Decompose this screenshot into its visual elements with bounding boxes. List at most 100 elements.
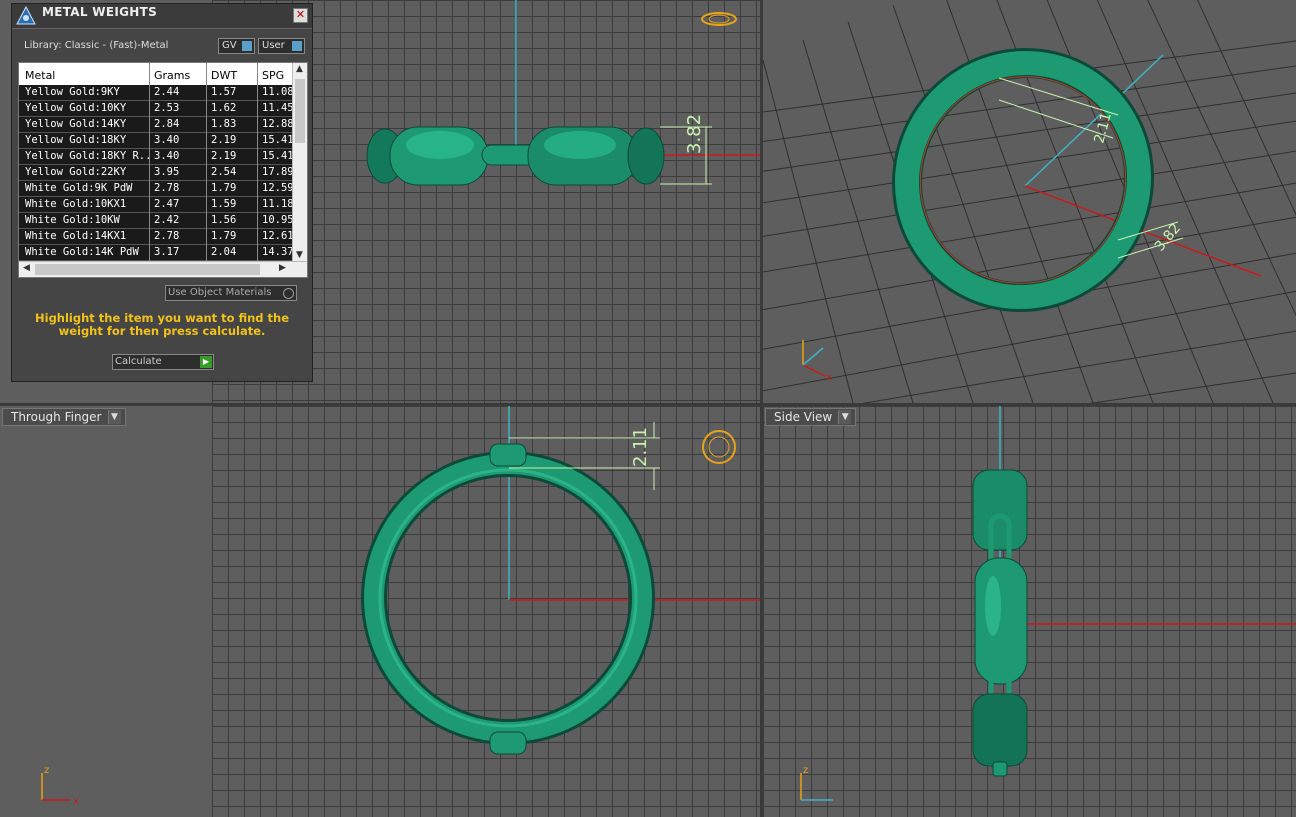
table-row[interactable]: Yellow Gold:18KY R... 3.40 2.19 15.41 (19, 149, 294, 165)
chevron-down-icon[interactable]: ▼ (107, 410, 121, 424)
app-logo-icon (16, 5, 36, 25)
cell-grams: 2.84 (154, 118, 180, 130)
cell-spg: 10.95 (262, 214, 294, 226)
scroll-right-icon[interactable]: ▶ (279, 263, 286, 273)
axis-z-label: z (803, 765, 808, 776)
user-toggle[interactable]: User (258, 38, 305, 54)
panel-title: METAL WEIGHTS (42, 5, 158, 19)
ring-through-finger-view: 2.11 z x (41, 406, 760, 807)
library-label: Library: Classic - (Fast)-Metal (24, 40, 169, 51)
scroll-up-icon[interactable]: ▲ (296, 64, 303, 74)
table-row[interactable]: Yellow Gold:14KY 2.84 1.83 12.88 (19, 117, 294, 133)
table-row[interactable]: White Gold:14K PdW 3.17 2.04 14.37 (19, 245, 294, 261)
cell-spg: 11.18 (262, 198, 294, 210)
cell-dwt: 1.79 (211, 182, 237, 194)
cell-metal: White Gold:10KX1 (25, 198, 127, 210)
viewport-side-view[interactable]: z Side View ▼ (763, 406, 1296, 817)
column-divider (206, 63, 207, 261)
chevron-down-icon[interactable]: ▼ (838, 410, 852, 424)
cell-metal: White Gold:10KW (25, 214, 120, 226)
cell-dwt: 1.79 (211, 230, 237, 242)
cell-metal: Yellow Gold:9KY (25, 86, 120, 98)
col-header-spg[interactable]: SPG (262, 69, 294, 82)
cell-dwt: 1.59 (211, 198, 237, 210)
perspective-grid: 2.11 3.82 x (763, 0, 1296, 403)
cell-metal: Yellow Gold:10KY (25, 102, 127, 114)
cell-dwt: 1.62 (211, 102, 237, 114)
toggle-icon (242, 41, 252, 51)
cell-metal: White Gold:14K PdW (25, 246, 139, 258)
cell-metal: Yellow Gold:14KY (25, 118, 127, 130)
viewport-label-side-view[interactable]: Side View ▼ (765, 408, 857, 426)
col-header-metal[interactable]: Metal (25, 69, 149, 82)
calculate-button[interactable]: Calculate ▶ (112, 354, 214, 370)
cell-grams: 2.78 (154, 230, 180, 242)
cell-dwt: 1.57 (211, 86, 237, 98)
scroll-left-icon[interactable]: ◀ (23, 263, 30, 273)
panel-titlebar[interactable]: METAL WEIGHTS ✕ (12, 4, 312, 29)
toggle-icon (292, 41, 302, 51)
viewport-perspective[interactable]: 2.11 3.82 x (763, 0, 1296, 403)
col-header-grams[interactable]: Grams (154, 69, 204, 82)
gv-label: GV (222, 40, 237, 51)
use-object-materials-label: Use Object Materials (168, 287, 272, 298)
cell-metal: White Gold:9K PdW (25, 182, 133, 194)
cell-dwt: 2.19 (211, 150, 237, 162)
user-label: User (262, 40, 285, 51)
cell-dwt: 2.54 (211, 166, 237, 178)
viewport-name: Through Finger (11, 410, 102, 424)
dimension-label: 2.11 (630, 427, 651, 467)
radio-icon[interactable] (283, 288, 294, 299)
cell-grams: 2.47 (154, 198, 180, 210)
cell-grams: 3.95 (154, 166, 180, 178)
table-row[interactable]: Yellow Gold:10KY 2.53 1.62 11.45 (19, 101, 294, 117)
viewport-label-through-finger[interactable]: Through Finger ▼ (2, 408, 126, 426)
table-row[interactable]: White Gold:10KX1 2.47 1.59 11.18 (19, 197, 294, 213)
table-row[interactable]: Yellow Gold:18KY 3.40 2.19 15.41 (19, 133, 294, 149)
cell-grams: 2.78 (154, 182, 180, 194)
table-row[interactable]: White Gold:9K PdW 2.78 1.79 12.59 (19, 181, 294, 197)
column-divider (257, 63, 258, 261)
cell-grams: 2.44 (154, 86, 180, 98)
cell-spg: 12.61 (262, 230, 294, 242)
metal-weights-panel: METAL WEIGHTS ✕ Library: Classic - (Fast… (11, 3, 313, 382)
table-row[interactable]: Yellow Gold:9KY 2.44 1.57 11.08 (19, 85, 294, 101)
table-row[interactable]: Yellow Gold:22KY 3.95 2.54 17.89 (19, 165, 294, 181)
axis-x-label: x (73, 796, 79, 807)
column-divider (149, 63, 150, 261)
cell-metal: Yellow Gold:22KY (25, 166, 127, 178)
ring-side-view: z (800, 406, 1296, 801)
axis-x-label: x (826, 372, 832, 383)
cell-dwt: 1.83 (211, 118, 237, 130)
cell-dwt: 2.04 (211, 246, 237, 258)
viewport-through-finger[interactable]: 2.11 z x Through Finger ▼ (0, 406, 760, 817)
scroll-thumb[interactable] (35, 264, 260, 275)
cell-metal: Yellow Gold:18KY (25, 134, 127, 146)
scroll-thumb[interactable] (295, 79, 305, 143)
horizontal-scrollbar[interactable]: ◀ ▶ (19, 261, 307, 277)
use-object-materials-option[interactable]: Use Object Materials (165, 285, 297, 301)
cell-spg: 11.45 (262, 102, 294, 114)
cell-dwt: 2.19 (211, 134, 237, 146)
table-row[interactable]: White Gold:10KW 2.42 1.56 10.95 (19, 213, 294, 229)
cell-spg: 12.88 (262, 118, 294, 130)
calculate-label: Calculate (115, 356, 162, 367)
vertical-scrollbar[interactable]: ▲ ▼ (292, 63, 307, 261)
cell-spg: 15.41 (262, 134, 294, 146)
table-row[interactable]: White Gold:14KX1 2.78 1.79 12.61 (19, 229, 294, 245)
close-button[interactable]: ✕ (293, 8, 308, 23)
scroll-down-icon[interactable]: ▼ (296, 250, 303, 260)
cell-grams: 3.17 (154, 246, 180, 258)
cell-grams: 3.40 (154, 150, 180, 162)
cell-spg: 11.08 (262, 86, 294, 98)
cell-grams: 2.42 (154, 214, 180, 226)
cell-grams: 3.40 (154, 134, 180, 146)
cell-metal: White Gold:14KX1 (25, 230, 127, 242)
cell-dwt: 1.56 (211, 214, 237, 226)
metal-table[interactable]: Metal Grams DWT SPG Yellow Gold:9KY 2.44 1… (18, 62, 308, 278)
gv-toggle[interactable]: GV (218, 38, 255, 54)
instruction-text: Highlight the item you want to find the … (35, 311, 289, 338)
col-header-dwt[interactable]: DWT (211, 69, 257, 82)
cell-spg: 14.37 (262, 246, 294, 258)
cell-metal: Yellow Gold:18KY R... (25, 150, 149, 162)
